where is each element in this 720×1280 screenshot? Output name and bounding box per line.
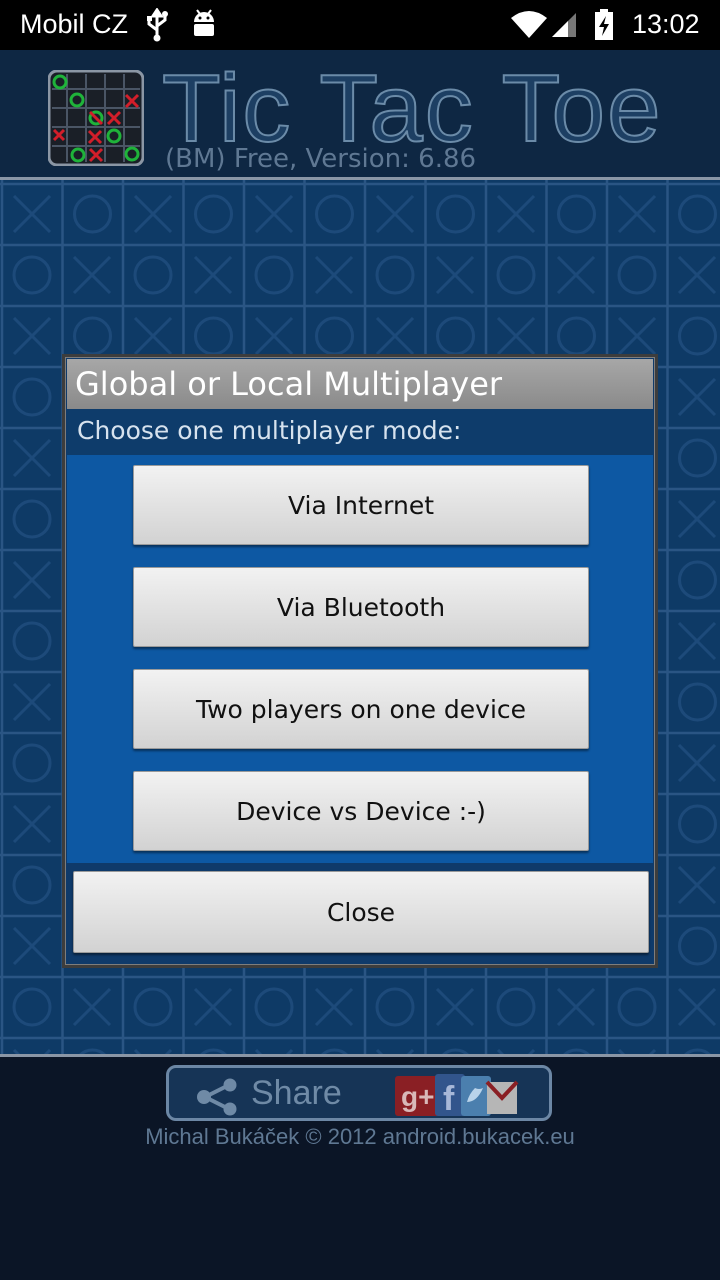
- two-players-one-device-button[interactable]: Two players on one device: [133, 669, 589, 749]
- close-button[interactable]: Close: [73, 871, 649, 953]
- share-button[interactable]: Share g+ f: [166, 1065, 552, 1121]
- email-icon: [485, 1080, 519, 1114]
- battery-charging-icon: [595, 9, 613, 40]
- svg-text:f: f: [443, 1080, 455, 1118]
- via-internet-button[interactable]: Via Internet: [133, 465, 589, 545]
- dialog-title: Global or Local Multiplayer: [67, 359, 653, 409]
- app-logo-icon: [48, 70, 144, 166]
- carrier-label: Mobil CZ: [20, 9, 129, 39]
- twitter-icon: [461, 1076, 491, 1116]
- android-icon: [194, 9, 214, 36]
- via-bluetooth-button[interactable]: Via Bluetooth: [133, 567, 589, 647]
- wifi-icon: [511, 11, 547, 38]
- share-label: Share: [251, 1074, 342, 1112]
- options-panel: Via Internet Via Bluetooth Two players o…: [67, 455, 653, 863]
- device-vs-device-button[interactable]: Device vs Device :-): [133, 771, 589, 851]
- signal-icon: [552, 13, 576, 37]
- dialog-subtitle: Choose one multiplayer mode:: [67, 409, 653, 455]
- svg-text:g+: g+: [401, 1081, 434, 1112]
- clock: 13:02: [632, 9, 700, 39]
- social-share-icons: g+ f: [395, 1074, 519, 1118]
- version-label: (BM) Free, Version: 6.86: [165, 144, 477, 174]
- copyright-label: Michal Bukáček © 2012 android.bukacek.eu: [145, 1124, 575, 1149]
- status-bar: Mobil CZ 13:02: [0, 0, 720, 50]
- share-icon: [197, 1078, 237, 1116]
- google-plus-icon: g+: [395, 1076, 439, 1116]
- multiplayer-dialog: Global or Local Multiplayer Choose one m…: [62, 354, 658, 968]
- usb-icon: [147, 8, 168, 42]
- facebook-icon: f: [435, 1074, 465, 1118]
